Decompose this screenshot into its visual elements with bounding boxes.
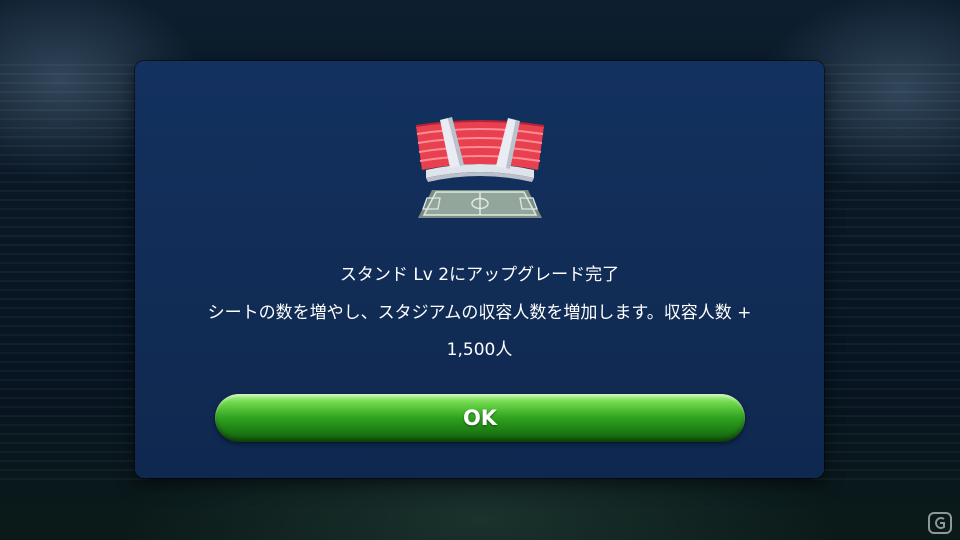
capacity-increase-value: 1,500人 <box>446 340 513 360</box>
stadium-crowd-right <box>810 60 960 480</box>
upgrade-title: スタンド Lv 2にアップグレード完了 <box>339 265 620 285</box>
ok-button[interactable]: OK <box>215 394 745 442</box>
site-logo-watermark-icon <box>928 512 952 534</box>
stadium-stand-icon <box>415 117 545 218</box>
stadium-crowd-left <box>0 60 150 480</box>
ok-button-label: OK <box>462 406 498 430</box>
upgrade-description: シートの数を増やし、スタジアムの収容人数を増加します。収容人数 + <box>207 303 752 323</box>
